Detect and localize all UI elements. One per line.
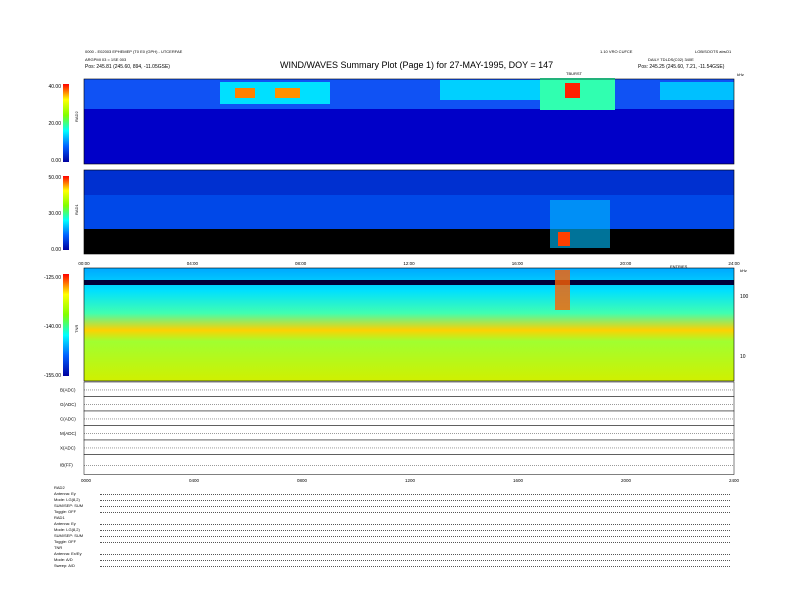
footer-setting-row: Antenna: Ey bbox=[54, 521, 76, 526]
tnr-freq-tick: 100 bbox=[740, 294, 749, 300]
footer-dotted-line bbox=[100, 536, 730, 537]
line-time-tick: 0000 bbox=[81, 478, 92, 483]
footer-setting-row: Sweep: A/D bbox=[54, 563, 75, 568]
line-time-tick: 2000 bbox=[621, 478, 632, 483]
line-panels bbox=[83, 381, 735, 475]
rad1-cbar-tick: 30.00 bbox=[48, 211, 61, 217]
line-panel-label: G(ADC) bbox=[60, 402, 76, 407]
rad2-burst-core-3 bbox=[565, 83, 580, 98]
line-panel-frame bbox=[83, 410, 735, 426]
footer-setting-row: SUM/SEP: SUM bbox=[54, 503, 84, 508]
rad2-cbar-tick: 40.00 bbox=[48, 84, 61, 90]
rad2-cbar-tick: 0.00 bbox=[51, 158, 61, 164]
footer-dotted-line bbox=[100, 500, 730, 501]
footer-dotted-line bbox=[100, 506, 730, 507]
line-panel-label: X(ADC) bbox=[60, 445, 76, 450]
footer-block-head: TNR bbox=[54, 545, 63, 550]
tnr-cbar-tick: -140.00 bbox=[44, 324, 61, 330]
footer-dotted-line bbox=[100, 512, 730, 513]
rad1-burst-core bbox=[558, 232, 570, 246]
footer-block-head: RAD2 bbox=[54, 485, 65, 490]
rad-time-tick: 08:00 bbox=[295, 261, 307, 266]
line-panel-frame bbox=[83, 439, 735, 455]
footer-setting-row: Antenna: Ey bbox=[54, 491, 76, 496]
line-panel-label: B(ADC) bbox=[60, 387, 76, 392]
rad1-cbar-tick: 0.00 bbox=[51, 247, 61, 253]
footer-setting-row: Mode: A/D bbox=[54, 557, 73, 562]
rad1-label: RAD1 bbox=[74, 204, 79, 215]
footer-setting-row: Mode: LG(8,2) bbox=[54, 497, 80, 502]
tnr-panel bbox=[63, 267, 735, 382]
tnr-cbar-tick: -155.00 bbox=[44, 373, 61, 379]
rad2-panel bbox=[63, 78, 735, 165]
footer-dotted-line bbox=[100, 566, 730, 567]
rad1-cbar-tick: 50.00 bbox=[48, 175, 61, 181]
footer-dotted-line bbox=[100, 560, 730, 561]
line-panel-frame bbox=[83, 381, 735, 397]
rad2-burst-core-2 bbox=[275, 88, 300, 98]
rad1-dark-band bbox=[84, 229, 734, 254]
line-time-tick: 0800 bbox=[297, 478, 308, 483]
footer-setting-row: Mode: LG(8,2) bbox=[54, 527, 80, 532]
tnr-top-label: ENTRIES bbox=[670, 264, 688, 269]
rad-time-tick: 00:00 bbox=[78, 261, 90, 266]
rad1-colorbar bbox=[63, 176, 69, 250]
footer-setting-row: SUM/SEP: SUM bbox=[54, 533, 84, 538]
tnr-cbar-tick: -125.00 bbox=[44, 275, 61, 281]
rad2-unit: kHz bbox=[737, 72, 744, 77]
line-time-tick: 1200 bbox=[405, 478, 416, 483]
rad2-label: RAD2 bbox=[74, 111, 79, 122]
rad2-band-upper bbox=[84, 79, 734, 109]
line-panel-label: M(ADC) bbox=[60, 431, 77, 436]
line-panel-frame bbox=[83, 396, 735, 412]
tnr-dark-stripe bbox=[84, 280, 734, 285]
rad2-cbar-tick: 20.00 bbox=[48, 121, 61, 127]
footer-setting-row: Toggle: OFF bbox=[54, 509, 77, 514]
tnr-freq-tick: 10 bbox=[740, 354, 746, 360]
line-panel-frame bbox=[83, 454, 735, 475]
tnr-label: TNR bbox=[74, 324, 79, 333]
tnr-colorbar bbox=[63, 274, 69, 376]
rad2-burst-4 bbox=[660, 82, 734, 100]
rad2-colorbar bbox=[63, 84, 69, 162]
line-time-tick: 0400 bbox=[189, 478, 200, 483]
rad-time-tick: 04:00 bbox=[187, 261, 199, 266]
rad2-burst-core-1 bbox=[235, 88, 255, 98]
tnr-freq-unit: kHz bbox=[740, 268, 747, 273]
line-panel-frame bbox=[83, 425, 735, 441]
footer-dotted-line bbox=[100, 494, 730, 495]
footer-dotted-line bbox=[100, 542, 730, 543]
tnr-burst bbox=[555, 270, 570, 310]
footer-setting-row: Toggle: OFF bbox=[54, 539, 77, 544]
footer-block-head: RAD1 bbox=[54, 515, 65, 520]
line-time-tick: 2400 bbox=[729, 478, 740, 483]
footer-dotted-line bbox=[100, 524, 730, 525]
rad-time-tick: 24:00 bbox=[728, 261, 740, 266]
summary-plot: 40.00 20.00 0.00 50.00 30.00 0.00 -125.00 -140.… bbox=[44, 78, 749, 483]
line-time-tick: 1600 bbox=[513, 478, 524, 483]
line-panel-label: C(ADC) bbox=[60, 416, 76, 421]
footer-dotted-line bbox=[100, 554, 730, 555]
rad-time-tick: 20:00 bbox=[620, 261, 632, 266]
rad-time-tick: 12:00 bbox=[403, 261, 415, 266]
footer-setting-row: Antenna: Ex/Ey bbox=[54, 551, 82, 556]
line-panel-label: IB(FF) bbox=[60, 463, 73, 468]
footer-dotted-line bbox=[100, 530, 730, 531]
rad1-panel bbox=[63, 169, 735, 255]
rad-time-tick: 16:00 bbox=[512, 261, 524, 266]
